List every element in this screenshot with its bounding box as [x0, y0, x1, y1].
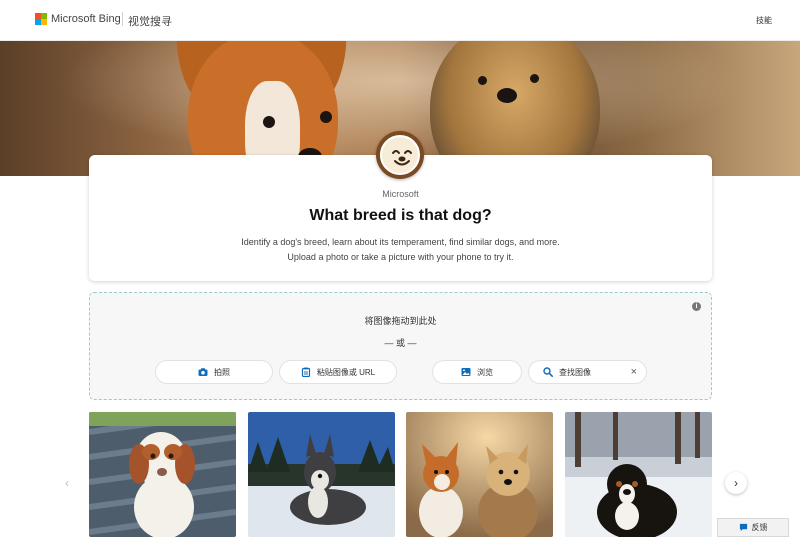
page-description: Identify a dog's breed, learn about its … [241, 237, 560, 262]
find-image-search-input[interactable]: 查找图像 × [528, 360, 647, 384]
browse-button[interactable]: 浏览 [432, 360, 522, 384]
paste-image-url-button[interactable]: 粘贴图像或 URL [279, 360, 397, 384]
gallery-image-bernese-mountain-dog[interactable] [565, 412, 712, 537]
page-title: What breed is that dog? [309, 207, 492, 224]
dog-face-avatar-icon [376, 131, 424, 179]
paste-image-url-label: 粘贴图像或 URL [316, 367, 376, 377]
feedback-icon [739, 523, 747, 532]
chevron-left-icon: ‹ [65, 476, 69, 490]
or-divider-text: — 或 — [384, 338, 417, 348]
image-icon [461, 368, 471, 376]
chevron-right-icon: › [734, 476, 738, 490]
top-bar: Microsoft Bing 视觉搜寻 技能 [0, 0, 800, 41]
find-image-label: 查找图像 [559, 367, 591, 377]
browse-label: 浏览 [477, 367, 493, 377]
close-icon[interactable]: × [631, 366, 637, 378]
publisher-label: Microsoft [382, 189, 419, 199]
skills-link[interactable]: 技能 [756, 15, 772, 26]
image-drop-zone[interactable]: i 将图像拖动到此处 — 或 — 拍照 粘贴图像或 URL 浏览 查找图像 × [89, 292, 712, 400]
carousel-prev-button[interactable]: ‹ [56, 472, 78, 494]
camera-icon [198, 368, 208, 376]
brand-divider [122, 12, 123, 26]
product-name[interactable]: 视觉搜寻 [128, 13, 172, 29]
carousel-next-button[interactable]: › [725, 472, 747, 494]
gallery-image-corgi-yorkie[interactable] [406, 412, 553, 537]
take-photo-label: 拍照 [214, 367, 230, 377]
gallery-image-brittany-spaniel[interactable] [89, 412, 236, 537]
feedback-button[interactable]: 反馈 [717, 518, 789, 537]
paste-icon [301, 367, 310, 377]
info-icon[interactable]: i [692, 302, 701, 311]
microsoft-logo-icon[interactable] [35, 13, 47, 25]
gallery-image-husky[interactable] [248, 412, 395, 537]
feedback-label: 反馈 [751, 523, 768, 532]
drop-prompt: 将图像拖动到此处 [364, 316, 437, 326]
search-icon [543, 367, 553, 377]
take-photo-button[interactable]: 拍照 [155, 360, 273, 384]
brand-name[interactable]: Microsoft Bing [51, 13, 121, 25]
